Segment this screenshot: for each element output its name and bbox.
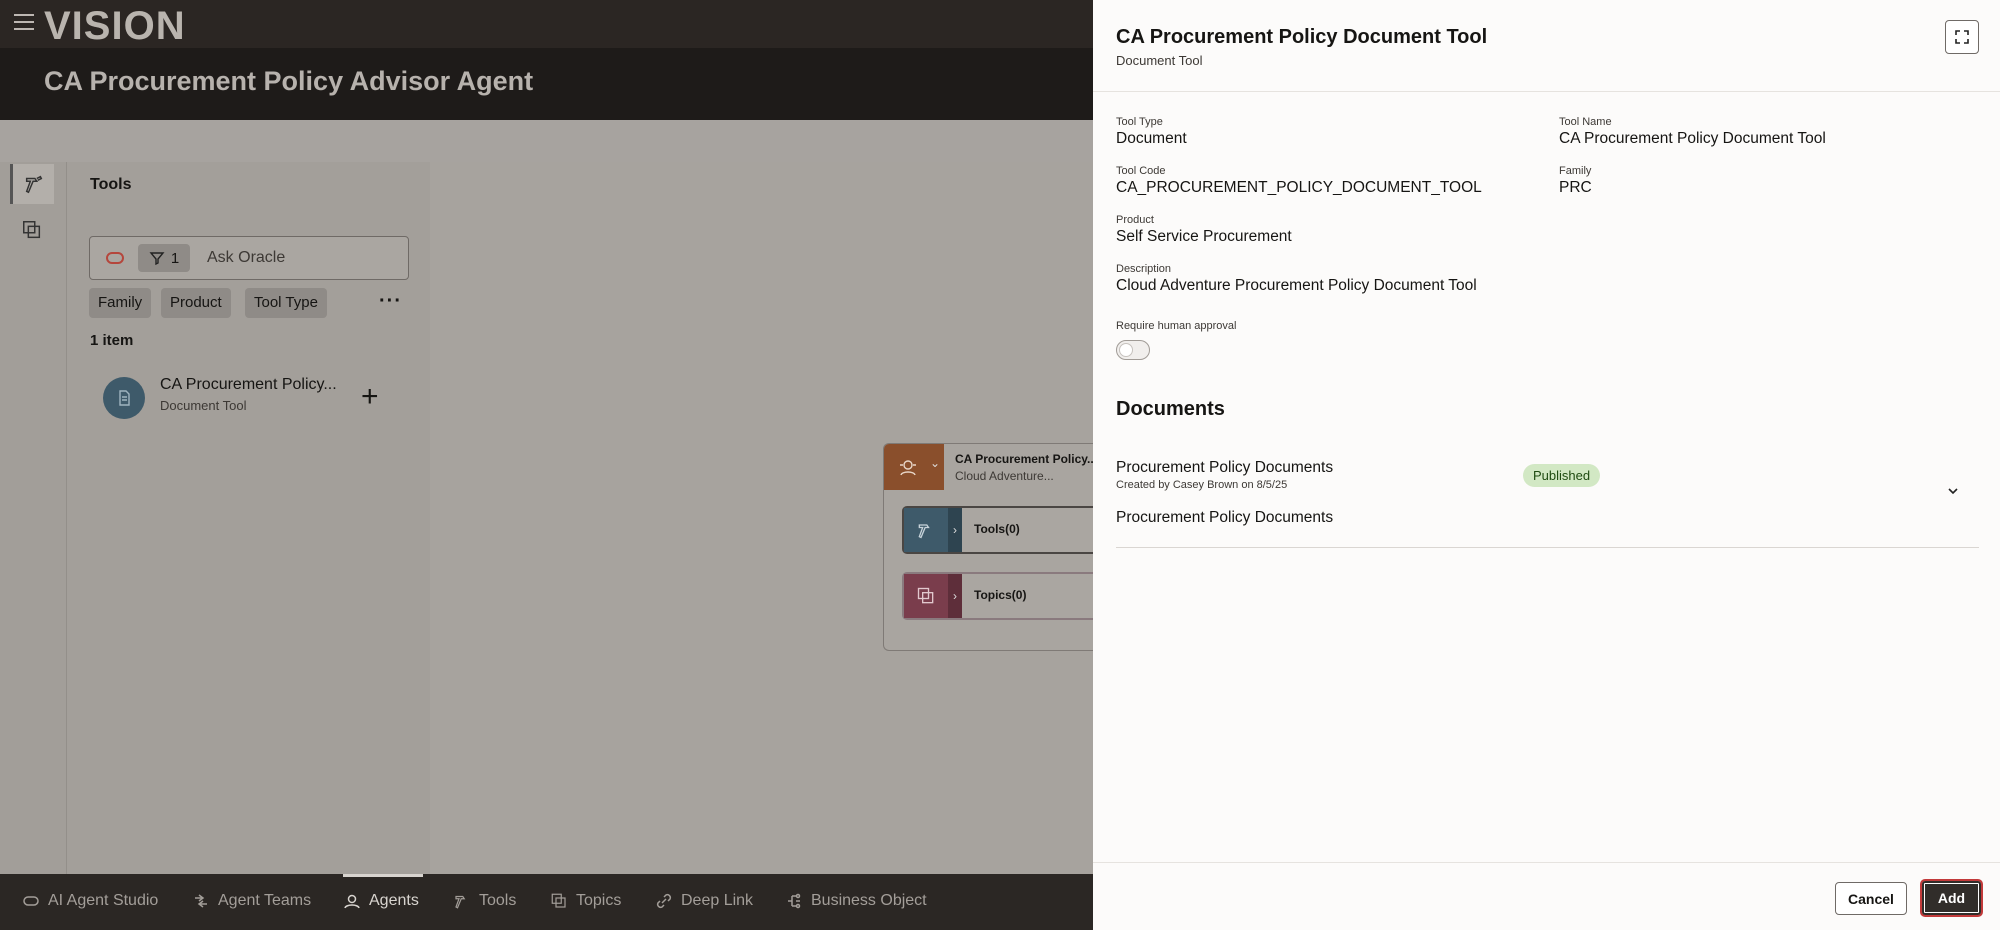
filter-product[interactable]: Product (161, 288, 231, 318)
product-value: Self Service Procurement (1116, 228, 1292, 245)
agent-node-header: ⌄ (884, 444, 944, 490)
agent-node[interactable]: ⌄ CA Procurement Policy... Cloud Adventu… (883, 443, 1097, 651)
brand-logo: VISION (44, 4, 186, 48)
oracle-ring-icon (23, 896, 39, 906)
tools-node[interactable]: › Tools(0) (902, 506, 1094, 554)
document-meta: Created by Casey Brown on 8/5/25 (1116, 479, 1288, 491)
filter-count: 1 (170, 249, 180, 267)
expand-icon (1955, 30, 1969, 44)
description-label: Description (1116, 263, 1172, 275)
hamburger-menu-icon[interactable] (14, 14, 34, 30)
nav-label: Tools (479, 892, 517, 909)
side-rail (0, 162, 67, 874)
rail-topics-button[interactable] (10, 210, 54, 250)
document-icon (103, 377, 145, 419)
chevron-right-icon[interactable]: › (948, 574, 962, 618)
add-button[interactable]: Add (1920, 879, 1983, 917)
agent-node-subtitle: Cloud Adventure... (955, 469, 1054, 483)
status-badge: Published (1523, 464, 1601, 487)
nav-agents[interactable]: Agents (343, 892, 419, 910)
hammer-icon (25, 175, 42, 194)
drawer-title: CA Procurement Policy Document Tool (1116, 26, 1488, 48)
tool-name-value: CA Procurement Policy Document Tool (1559, 130, 1826, 147)
family-label: Family (1559, 165, 1592, 177)
search-input[interactable]: Ask Oracle (207, 249, 285, 267)
tool-item-subtitle: Document Tool (160, 398, 247, 413)
tools-node-label: Tools(0) (974, 522, 1020, 536)
expand-button[interactable] (1945, 20, 1979, 54)
agent-node-name: CA Procurement Policy... (955, 452, 1098, 466)
tool-type-label: Tool Type (1116, 116, 1163, 128)
nav-topics[interactable]: Topics (550, 892, 621, 910)
tools-icon (455, 895, 466, 909)
business-object-icon (788, 893, 801, 909)
agent-canvas: ⌄ CA Procurement Policy... Cloud Adventu… (430, 162, 1097, 874)
nav-label: Agents (369, 892, 419, 909)
add-tool-button[interactable]: + (361, 382, 379, 412)
product-label: Product (1116, 214, 1154, 226)
topics-node[interactable]: › Topics(0) (902, 572, 1094, 620)
tool-name-label: Tool Name (1559, 116, 1612, 128)
nav-label: Topics (576, 892, 622, 909)
toggle-knob (1119, 343, 1133, 357)
tool-code-label: Tool Code (1116, 165, 1166, 177)
cancel-button[interactable]: Cancel (1835, 882, 1907, 915)
bottom-nav: AI Agent Studio Agent Teams Agents Tools… (0, 874, 1093, 930)
nav-deep-link[interactable]: Deep Link (655, 892, 753, 910)
ask-oracle-search[interactable]: 1 Ask Oracle (89, 236, 409, 280)
drawer-subtitle: Document Tool (1116, 53, 1203, 68)
divider (1093, 91, 2000, 92)
list-item[interactable]: CA Procurement Policy... Document Tool + (103, 374, 403, 424)
chevron-right-icon[interactable]: › (948, 508, 962, 552)
agent-icon (900, 460, 916, 476)
topics-node-label: Topics(0) (974, 588, 1027, 602)
link-icon (656, 893, 672, 909)
tool-item-name: CA Procurement Policy... (160, 376, 337, 393)
approval-label: Require human approval (1116, 320, 1237, 332)
filter-tool-type[interactable]: Tool Type (245, 288, 327, 318)
hammer-icon (904, 508, 948, 552)
divider (1116, 547, 1979, 548)
agent-teams-icon (195, 894, 207, 908)
copy-stack-icon (904, 574, 948, 618)
active-tab-indicator (343, 874, 423, 877)
nav-agent-teams[interactable]: Agent Teams (192, 892, 311, 910)
result-count: 1 item (90, 332, 134, 349)
topics-icon (551, 893, 566, 908)
documents-heading: Documents (1116, 398, 1225, 420)
document-name: Procurement Policy Documents (1116, 459, 1334, 476)
nav-label: Deep Link (681, 892, 754, 909)
agents-icon (344, 894, 360, 909)
more-filters-icon[interactable]: ··· (379, 290, 402, 313)
nav-tools[interactable]: Tools (453, 892, 516, 910)
tool-code-value: CA_PROCUREMENT_POLICY_DOCUMENT_TOOL (1116, 179, 1482, 196)
divider (1093, 862, 2000, 863)
sub-header (0, 120, 1093, 162)
nav-business-object[interactable]: Business Object (785, 892, 927, 910)
tools-panel: Tools 1 Ask Oracle Family Product Tool T… (67, 162, 430, 874)
top-bar: VISION (0, 0, 1093, 48)
family-value: PRC (1559, 179, 1592, 196)
nav-ai-agent-studio[interactable]: AI Agent Studio (22, 892, 158, 910)
description-value: Cloud Adventure Procurement Policy Docum… (1116, 277, 1477, 294)
page-header: CA Procurement Policy Advisor Agent (0, 48, 1093, 120)
rail-tools-button[interactable] (10, 164, 54, 204)
nav-label: AI Agent Studio (48, 892, 159, 909)
oracle-logo-icon (106, 252, 124, 264)
page-title: CA Procurement Policy Advisor Agent (44, 66, 534, 96)
nav-label: Agent Teams (218, 892, 312, 909)
tool-detail-drawer: CA Procurement Policy Document Tool Docu… (1093, 0, 2000, 930)
tool-type-value: Document (1116, 130, 1187, 147)
document-description: Procurement Policy Documents (1116, 509, 1334, 526)
tools-panel-title: Tools (90, 176, 132, 193)
filter-chip[interactable]: 1 (138, 244, 190, 272)
chevron-down-icon[interactable] (1946, 484, 1960, 498)
filter-icon (149, 252, 165, 266)
approval-toggle[interactable] (1116, 340, 1150, 360)
copy-stack-icon (23, 221, 41, 239)
nav-label: Business Object (811, 892, 927, 909)
filter-family[interactable]: Family (89, 288, 152, 318)
chevron-down-icon[interactable]: ⌄ (930, 456, 940, 470)
